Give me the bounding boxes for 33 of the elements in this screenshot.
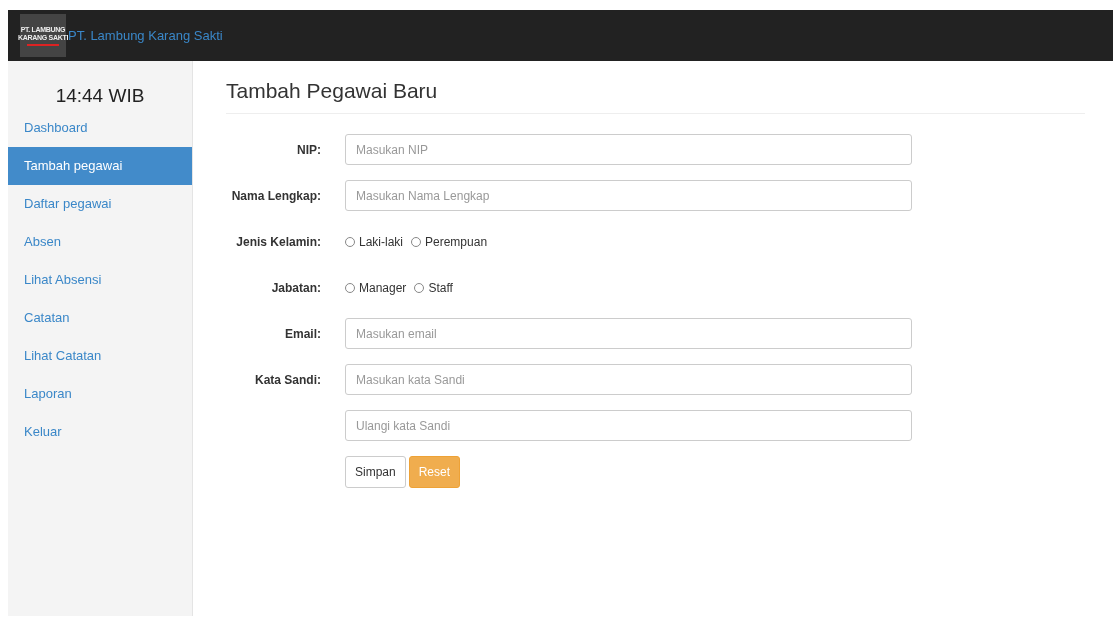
input-field[interactable]: Masukan Nama Lengkap — [345, 180, 912, 211]
sidebar-item[interactable]: Daftar pegawai — [8, 185, 192, 223]
field-label: Nama Lengkap: — [230, 188, 321, 203]
input-field[interactable]: Masukan NIP — [345, 134, 912, 165]
sidebar-item[interactable]: Tambah pegawai — [8, 147, 192, 185]
save-button[interactable]: Simpan — [345, 456, 406, 488]
clock: 14:44 WIB — [54, 85, 146, 108]
field-label: Jenis Kelamin: — [235, 234, 321, 249]
radio-option[interactable]: Manager — [345, 280, 407, 295]
input-field[interactable]: Ulangi kata Sandi — [345, 410, 912, 441]
brand-link[interactable]: PT. Lambung Karang Sakti — [68, 28, 223, 43]
field-label: Email: — [284, 326, 321, 341]
field-label: Jabatan: — [270, 280, 321, 295]
input-field[interactable]: Masukan email — [345, 318, 912, 349]
radio-icon[interactable] — [411, 236, 421, 247]
sidebar-item[interactable]: Lihat Absensi — [8, 261, 192, 299]
field-label: Kata Sandi: — [254, 372, 321, 387]
sidebar-item[interactable]: Catatan — [8, 299, 192, 337]
reset-button[interactable]: Reset — [408, 456, 461, 488]
radio-icon[interactable] — [345, 236, 355, 247]
sidebar-item[interactable]: Keluar — [8, 413, 192, 451]
radio-option[interactable]: Laki-laki — [345, 234, 403, 249]
radio-icon[interactable] — [414, 282, 425, 293]
sidebar-item[interactable]: Absen — [8, 223, 192, 261]
radio-icon[interactable] — [345, 282, 355, 293]
page-title: Tambah Pegawai Baru — [226, 79, 1085, 114]
sidebar-item[interactable]: Dashboard — [8, 109, 192, 147]
sidebar-item[interactable]: Laporan — [8, 375, 192, 413]
radio-option[interactable]: Perempuan — [411, 234, 488, 249]
sidebar-item[interactable]: Lihat Catatan — [8, 337, 192, 375]
radio-option[interactable]: Staff — [414, 280, 453, 295]
field-label: NIP: — [296, 142, 321, 157]
input-field[interactable]: Masukan kata Sandi — [345, 364, 912, 395]
